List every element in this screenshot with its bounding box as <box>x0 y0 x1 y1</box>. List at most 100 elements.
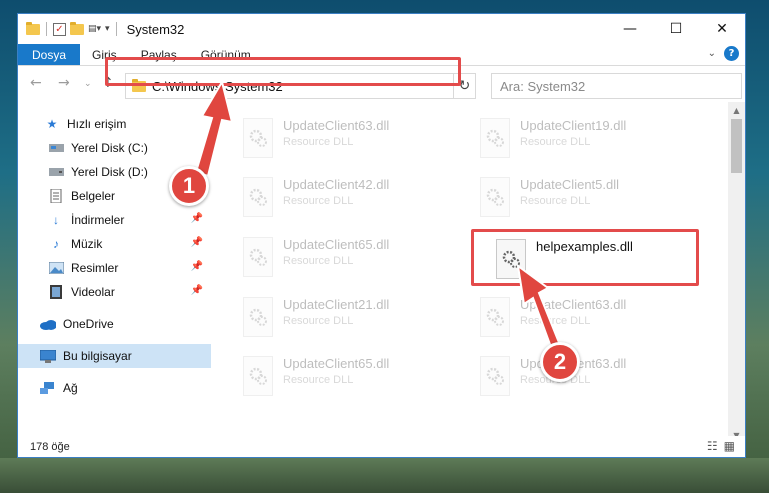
sidebar-item-downloads[interactable]: ↓ İndirmeler 📌 <box>18 208 211 232</box>
address-bar[interactable]: C:\Windows\System32 ⌄ ↻ <box>125 73 476 99</box>
dll-file-icon <box>480 356 510 396</box>
documents-icon <box>48 189 64 203</box>
sidebar-item-label: Bu bilgisayar <box>63 349 132 363</box>
list-item-helpexamples[interactable]: helpexamples.dll <box>476 233 706 285</box>
scroll-up-icon[interactable]: ▲ <box>728 106 745 115</box>
sidebar-item-disk-c[interactable]: Yerel Disk (C:) <box>18 136 211 160</box>
list-item[interactable]: UpdateClient19.dll Resource DLL <box>460 112 690 164</box>
window-title: System32 <box>126 21 185 37</box>
folder-icon <box>132 78 146 92</box>
list-item[interactable]: UpdateClient63.dll Resource DLL <box>460 291 690 343</box>
file-name: UpdateClient63.dll <box>283 118 390 133</box>
sidebar-item-quick-access[interactable]: ★ Hızlı erişim <box>18 112 211 136</box>
list-item[interactable]: UpdateClient65.dll Resource DLL <box>223 350 453 402</box>
recent-locations-icon[interactable]: ⌄ <box>84 79 92 89</box>
forward-arrow-icon[interactable]: → <box>58 75 70 91</box>
toolbar-divider <box>115 22 117 36</box>
sidebar-item-pictures[interactable]: Resimler 📌 <box>18 256 211 280</box>
tab-share[interactable]: Paylaş <box>129 44 189 65</box>
sidebar-item-label: OneDrive <box>63 317 114 331</box>
details-view-icon[interactable]: ☷ <box>707 439 718 453</box>
up-arrow-icon[interactable]: ↑ <box>102 75 114 91</box>
pictures-icon <box>48 261 64 275</box>
pin-icon[interactable]: 📌 <box>191 285 203 296</box>
pin-icon[interactable]: 📌 <box>191 213 203 224</box>
sidebar-item-label: Belgeler <box>71 189 116 203</box>
sidebar-item-videos[interactable]: Videolar 📌 <box>18 280 211 304</box>
file-type: Resource DLL <box>520 195 591 207</box>
tab-view[interactable]: Görünüm <box>189 44 263 65</box>
desktop-background <box>0 458 769 493</box>
file-type: Resource DLL <box>283 136 354 148</box>
pin-icon[interactable]: 📌 <box>191 261 203 272</box>
new-folder-icon[interactable] <box>70 21 84 35</box>
sidebar-item-label: Videolar <box>71 285 115 299</box>
tab-home[interactable]: Giriş <box>80 44 129 65</box>
list-item[interactable]: UpdateClient63.dll Resource DLL <box>223 112 453 164</box>
music-icon: ♪ <box>53 237 59 251</box>
file-name: UpdateClient42.dll <box>283 177 390 192</box>
sidebar-item-music[interactable]: ♪ Müzik 📌 <box>18 232 211 256</box>
item-count: 178 öğe <box>30 440 70 453</box>
file-type: Resource DLL <box>520 136 591 148</box>
minimize-button[interactable]: — <box>607 14 653 44</box>
list-item[interactable]: UpdateClient5.dll Resource DLL <box>460 171 690 223</box>
file-name: UpdateClient65.dll <box>283 237 390 252</box>
pin-icon[interactable]: 📌 <box>191 237 203 248</box>
ribbon-controls: ⌄ ? <box>708 46 739 61</box>
tiles-view-icon[interactable]: ▦ <box>724 439 735 453</box>
folder-icon[interactable] <box>26 21 40 35</box>
network-icon <box>40 381 56 395</box>
file-name: helpexamples.dll <box>536 239 633 254</box>
file-list: UpdateClient63.dll Resource DLL UpdateCli… <box>223 102 728 432</box>
list-item[interactable]: UpdateClient42.dll Resource DLL <box>223 171 453 223</box>
sidebar-item-label: Yerel Disk (D:) <box>71 165 148 179</box>
expand-ribbon-icon[interactable]: ⌄ <box>708 48 716 59</box>
file-name: UpdateClient63.dll <box>520 297 627 312</box>
file-name: UpdateClient65.dll <box>283 356 390 371</box>
star-icon: ★ <box>46 117 58 131</box>
list-item[interactable]: UpdateClient65.dll Resource DLL <box>223 231 453 283</box>
sidebar-item-label: Ağ <box>63 381 78 395</box>
file-name: UpdateClient5.dll <box>520 177 620 192</box>
file-name: UpdateClient19.dll <box>520 118 627 133</box>
vertical-scrollbar[interactable]: ▲ ▼ <box>728 102 745 444</box>
scroll-thumb[interactable] <box>731 119 742 173</box>
dll-file-icon <box>480 118 510 158</box>
sidebar-item-this-pc[interactable]: Bu bilgisayar <box>18 344 211 368</box>
dll-file-icon <box>480 177 510 217</box>
customize-icon[interactable]: ▤▾ <box>88 24 101 34</box>
back-arrow-icon[interactable]: ← <box>30 75 42 91</box>
video-icon <box>48 285 64 299</box>
step-badge-2: 2 <box>540 342 580 382</box>
explorer-window: ✓ ▤▾ ▾ System32 — ☐ ✕ Dosya Giriş Paylaş… <box>17 13 746 458</box>
file-name: UpdateClient21.dll <box>283 297 390 312</box>
sidebar-item-label: Resimler <box>71 261 119 275</box>
sidebar-item-network[interactable]: Ağ <box>18 376 211 400</box>
navigation-pane: ★ Hızlı erişim Yerel Disk (C:) Yerel Dis… <box>18 102 211 432</box>
tab-file[interactable]: Dosya <box>18 44 81 65</box>
address-dropdown-icon[interactable]: ⌄ <box>441 78 449 89</box>
address-path[interactable]: C:\Windows\System32 <box>152 79 283 94</box>
view-buttons: ☷ ▦ <box>707 439 735 453</box>
dll-file-icon <box>243 118 273 158</box>
file-type: Resource DLL <box>283 195 354 207</box>
sidebar-item-label: Müzik <box>71 237 103 251</box>
step-badge-1: 1 <box>169 166 209 206</box>
quick-access-toolbar: ✓ ▤▾ ▾ <box>18 14 119 44</box>
close-button[interactable]: ✕ <box>699 14 745 44</box>
properties-icon[interactable]: ✓ <box>53 22 66 36</box>
cloud-icon <box>40 317 56 331</box>
dll-file-icon <box>243 237 273 277</box>
sidebar-item-label: Yerel Disk (C:) <box>71 141 148 155</box>
refresh-icon[interactable]: ↻ <box>453 74 475 98</box>
sidebar-item-onedrive[interactable]: OneDrive <box>18 312 211 336</box>
sidebar-item-label: İndirmeler <box>71 213 125 227</box>
qat-dropdown-icon[interactable]: ▾ <box>105 24 110 34</box>
search-input[interactable]: Ara: System32 <box>491 73 742 99</box>
dll-file-icon <box>243 297 273 337</box>
maximize-button[interactable]: ☐ <box>653 14 699 44</box>
list-item[interactable]: UpdateClient21.dll Resource DLL <box>223 291 453 343</box>
sidebar-item-label: Hızlı erişim <box>67 117 127 131</box>
help-icon[interactable]: ? <box>724 46 739 61</box>
